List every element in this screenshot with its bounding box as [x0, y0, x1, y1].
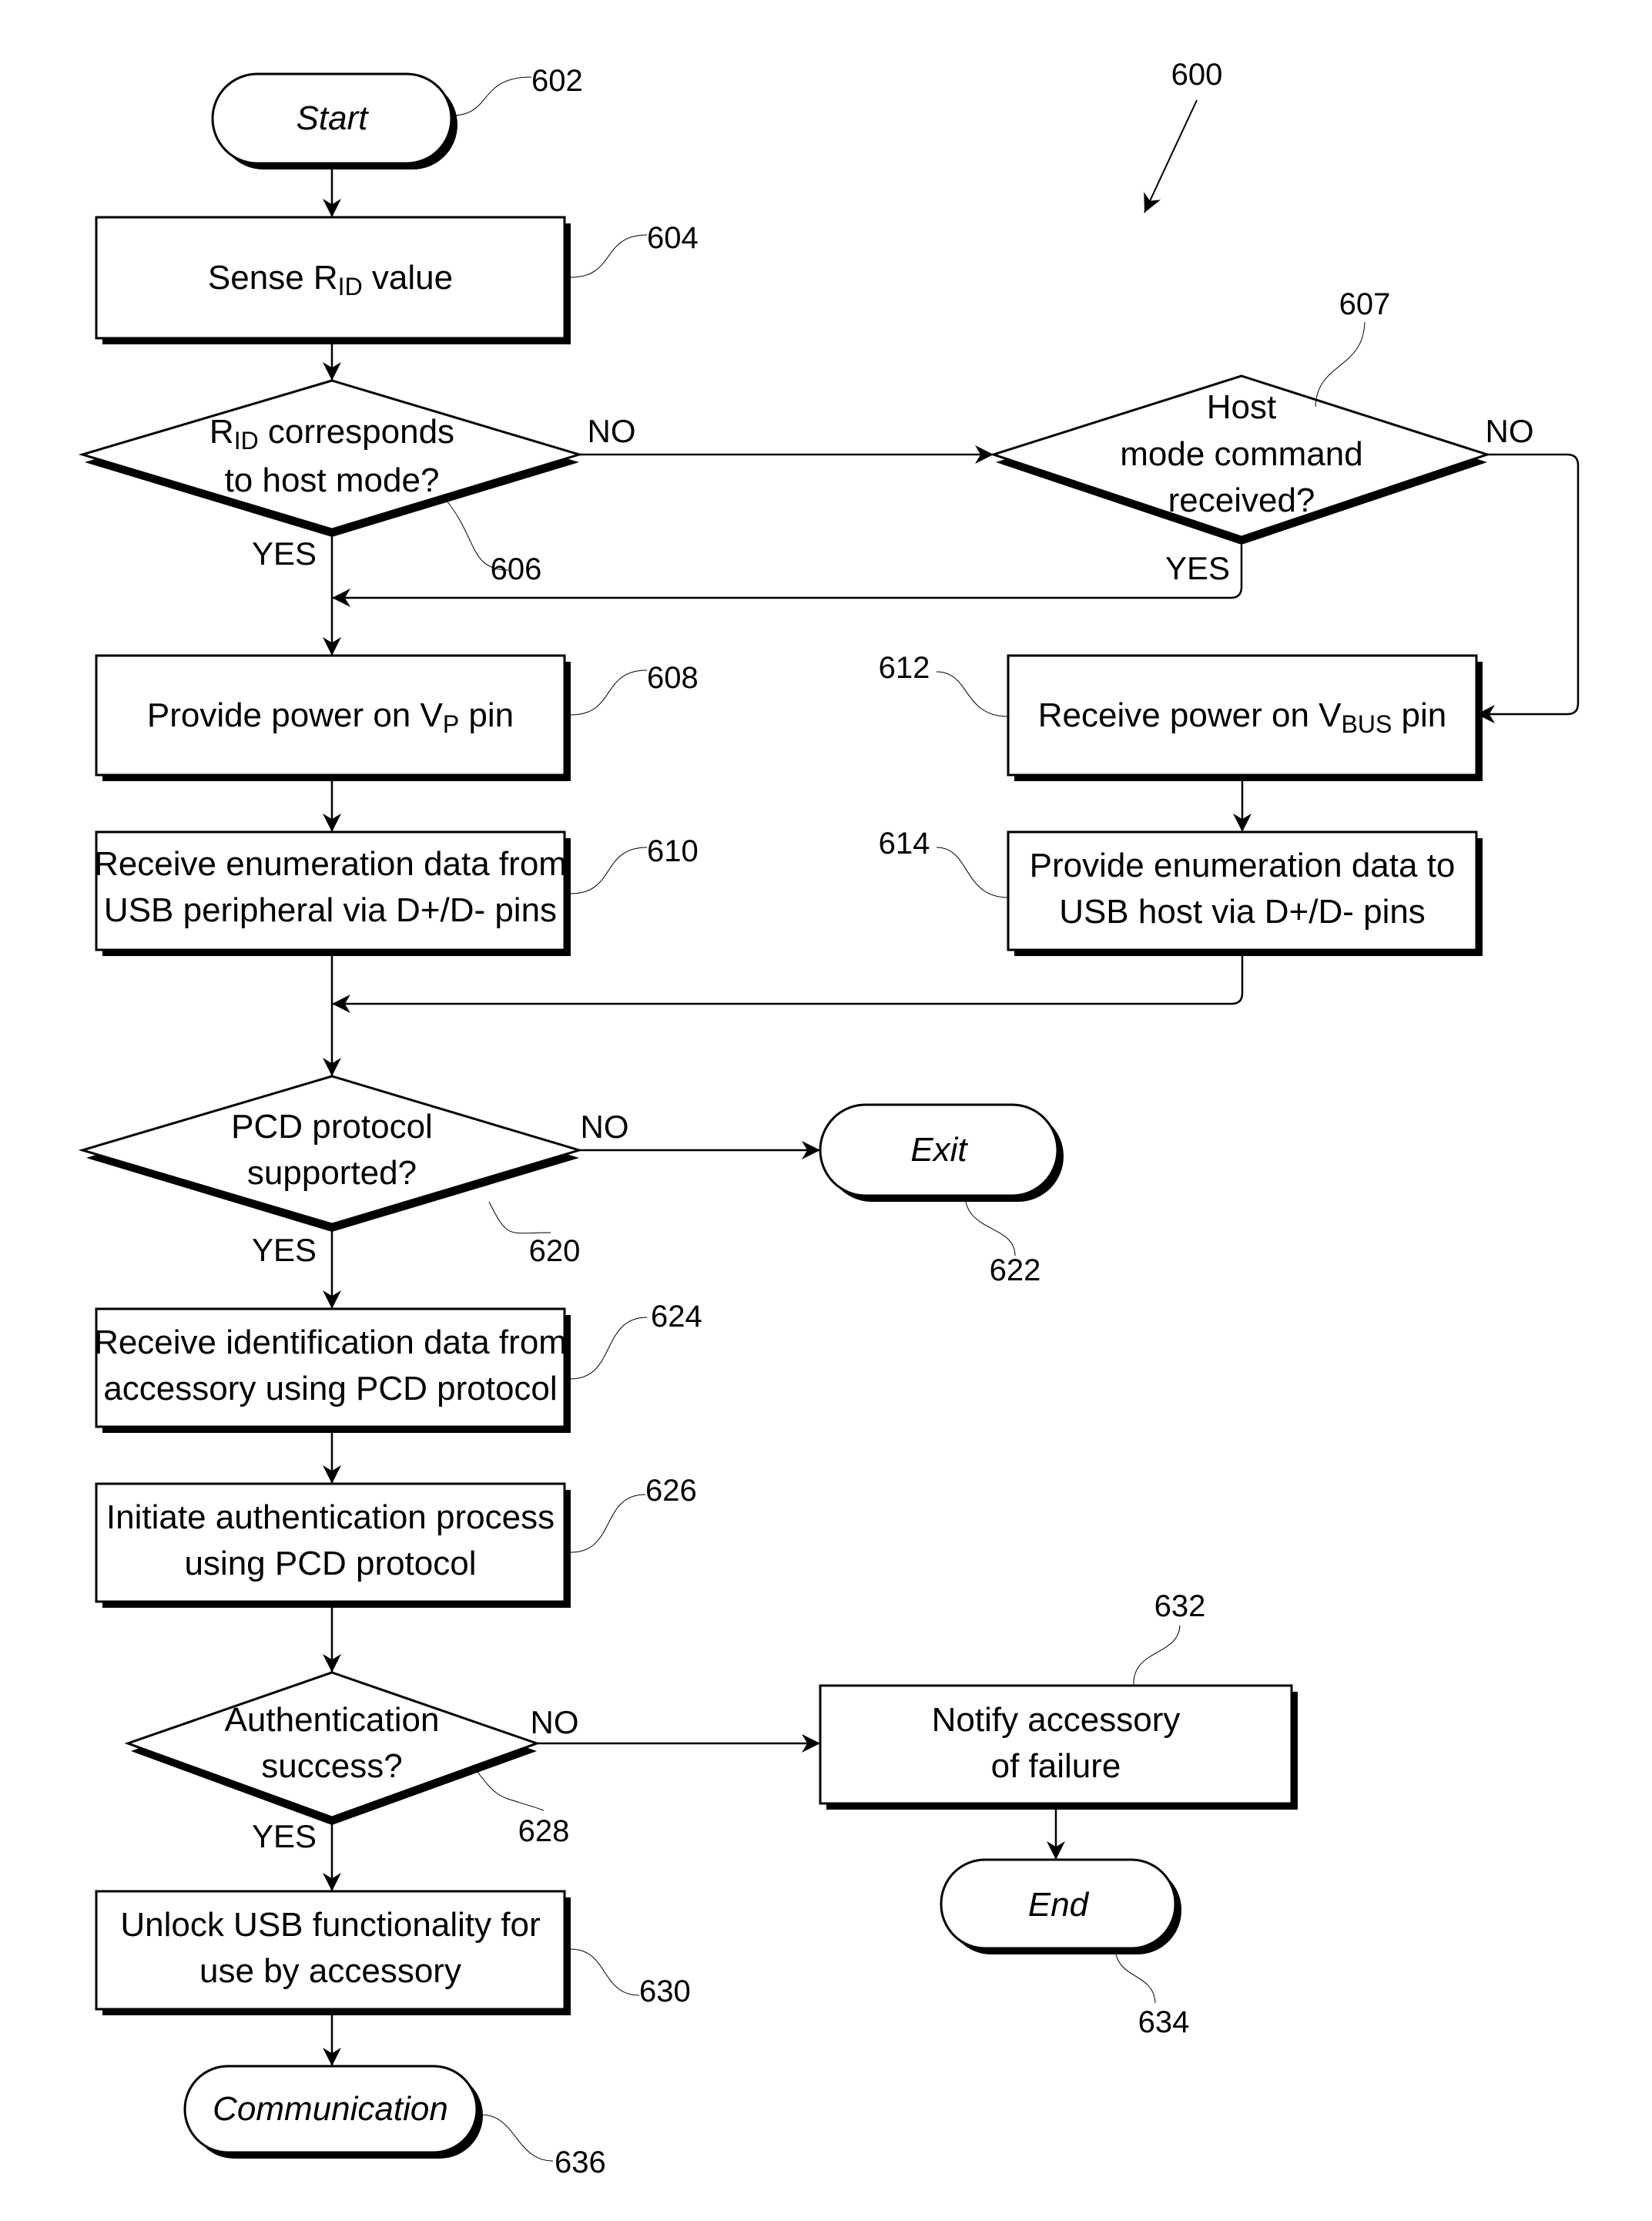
label-607-no: NO [1486, 413, 1534, 449]
ref-607: 607 [1339, 287, 1391, 321]
communication-label: Communication [213, 2090, 448, 2128]
node-receive-enumeration: Receive enumeration data from USB periph… [94, 830, 571, 956]
node-provide-power-vp: Provide power on VP pin [95, 654, 571, 781]
node-pcd-supported-decision: PCD protocol supported? [78, 1075, 584, 1232]
provide-enum-line2: USB host via D+/D- pins [1059, 893, 1426, 931]
leader-612 [936, 671, 1009, 717]
ref-628: 628 [518, 1814, 570, 1848]
leader-630 [570, 1948, 640, 1996]
leader-607 [1315, 321, 1365, 408]
decision-shape [78, 1075, 584, 1226]
receive-id-line1: Receive identification data from [94, 1324, 567, 1361]
label-620-yes: YES [252, 1232, 317, 1268]
leader-636 [481, 2114, 554, 2162]
edge-614-620 [332, 956, 1244, 1013]
leader-628 [477, 1771, 545, 1811]
provide-power-label: Provide power on VP pin [147, 696, 514, 738]
leader-632 [1133, 1625, 1181, 1686]
ref-636: 636 [555, 2146, 606, 2179]
node-provide-enumeration: Provide enumeration data to USB host via… [1007, 830, 1483, 956]
ref-634: 634 [1138, 2005, 1190, 2039]
decision-628-line2: success? [261, 1747, 402, 1785]
label-606-no: NO [588, 413, 636, 449]
provide-enum-line1: Provide enumeration data to [1030, 847, 1456, 884]
decision-607-line2: mode command [1120, 435, 1362, 473]
decision-606-line2: to host mode? [225, 461, 440, 499]
ref-622: 622 [990, 1253, 1041, 1287]
ref-624: 624 [651, 1300, 702, 1334]
node-exit: Exit [819, 1103, 1064, 1202]
node-communication: Communication [183, 2065, 483, 2159]
exit-label: Exit [910, 1131, 968, 1169]
label-607-yes: YES [1165, 550, 1230, 586]
node-start: Start [211, 72, 457, 169]
initiate-auth-line1: Initiate authentication process [106, 1498, 555, 1536]
edge-607-612-no [1476, 453, 1580, 723]
start-label: Start [297, 99, 370, 137]
decision-shape [124, 1671, 541, 1819]
decision-607-line1: Host [1207, 388, 1276, 426]
ref-604: 604 [647, 221, 699, 255]
unlock-line2: use by accessory [199, 1952, 461, 1990]
node-notify-failure: Notify accessory of failure [819, 1684, 1298, 1810]
ref-630: 630 [639, 1974, 691, 2008]
label-628-no: NO [531, 1704, 579, 1740]
ref-626: 626 [645, 1474, 697, 1508]
figure-ref-label: 600 [1171, 58, 1223, 92]
decision-628-line1: Authentication [225, 1701, 440, 1739]
edge-607-608-yes [332, 537, 1243, 607]
end-label: End [1028, 1886, 1090, 1924]
figure-ref-arrow [1144, 99, 1198, 213]
leader-634 [1114, 1948, 1156, 2004]
ref-606: 606 [491, 552, 542, 586]
leader-620 [488, 1201, 551, 1234]
node-rid-host-mode-decision: RID corresponds to host mode? [78, 379, 584, 537]
leader-604 [570, 234, 648, 278]
label-620-no: NO [581, 1109, 629, 1145]
decision-shape [78, 379, 584, 531]
node-receive-identification: Receive identification data from accesso… [94, 1307, 571, 1433]
unlock-line1: Unlock USB functionality for [120, 1906, 540, 1944]
ref-612: 612 [879, 651, 930, 685]
label-606-yes: YES [252, 535, 317, 572]
node-initiate-authentication: Initiate authentication process using PC… [95, 1482, 571, 1608]
ref-608: 608 [647, 661, 699, 695]
receive-id-line2: accessory using PCD protocol [103, 1370, 557, 1407]
decision-607-line3: received? [1168, 481, 1315, 519]
receive-enum-line2: USB peripheral via D+/D- pins [104, 891, 557, 929]
leader-602 [451, 76, 532, 116]
node-host-mode-command-decision: Host mode command received? [990, 374, 1491, 545]
ref-620: 620 [529, 1234, 581, 1268]
leader-608 [570, 669, 648, 716]
sense-rid-label: Sense RID value [208, 259, 453, 300]
ref-632: 632 [1154, 1589, 1206, 1623]
decision-620-line2: supported? [247, 1154, 417, 1192]
notify-line1: Notify accessory [932, 1701, 1181, 1739]
label-628-yes: YES [252, 1818, 317, 1854]
node-sense-rid: Sense RID value [95, 216, 571, 344]
node-receive-power-vbus: Receive power on VBUS pin [1007, 654, 1483, 781]
initiate-auth-line2: using PCD protocol [184, 1545, 476, 1582]
notify-line2: of failure [991, 1747, 1121, 1785]
ref-610: 610 [647, 834, 699, 868]
decision-620-line1: PCD protocol [231, 1108, 433, 1146]
ref-614: 614 [879, 827, 930, 861]
leader-614 [936, 847, 1009, 898]
receive-enum-line1: Receive enumeration data from [94, 845, 567, 883]
leader-626 [570, 1494, 646, 1553]
node-authentication-decision: Authentication success? [124, 1671, 541, 1825]
leader-622 [964, 1195, 1016, 1256]
leader-610 [570, 847, 648, 894]
leader-624 [570, 1317, 648, 1380]
node-end: End [940, 1858, 1181, 1954]
flowchart-canvas: 600 Start 602 Sense RID value 604 RID co… [78, 58, 1580, 2179]
ref-602: 602 [531, 64, 583, 98]
node-unlock-usb: Unlock USB functionality for use by acce… [95, 1890, 571, 2015]
